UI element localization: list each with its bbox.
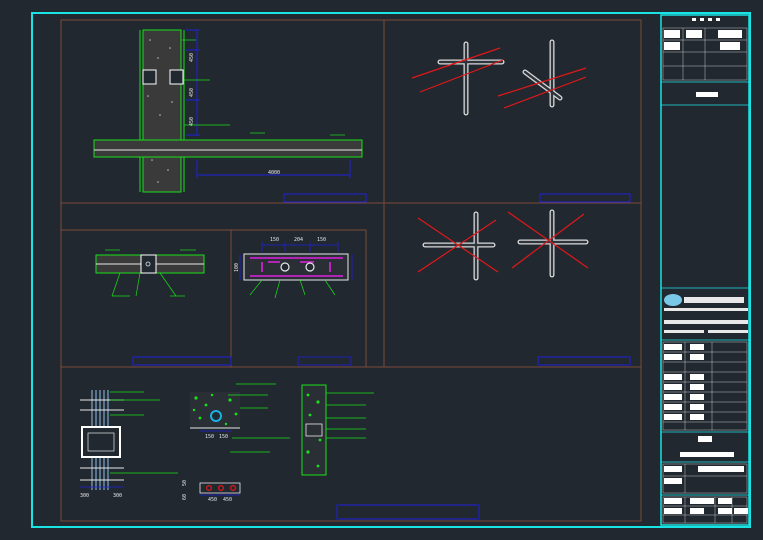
detail-pipe-cross-bottom bbox=[417, 209, 631, 366]
detail-slab-sleeve bbox=[95, 249, 232, 366]
detail-rebar-row: 450 450 50 60 bbox=[182, 480, 241, 503]
dim-wall-1: 450 bbox=[189, 53, 195, 62]
detail-embedded-pipe: 150 150 bbox=[190, 383, 290, 453]
detail-vertical-wall bbox=[301, 384, 480, 520]
dim-slab-span: 4000 bbox=[268, 170, 280, 176]
dim-100: 100 bbox=[234, 263, 240, 272]
slab-section bbox=[93, 139, 363, 158]
dim-150c: 150 bbox=[205, 434, 214, 440]
dim-150d: 150 bbox=[219, 434, 228, 440]
dim-60: 60 bbox=[182, 494, 188, 500]
pipe-sleeve-right bbox=[169, 69, 184, 85]
caption-box-5 bbox=[297, 356, 352, 366]
title-block bbox=[660, 14, 750, 526]
dim-50: 50 bbox=[182, 480, 188, 486]
pipe-sleeve-left bbox=[142, 69, 157, 85]
detail-pipe-cross-top bbox=[411, 39, 631, 203]
detail-column-sleeve: 300 300 bbox=[80, 390, 178, 499]
caption-box-3 bbox=[537, 356, 631, 366]
caption-box-2 bbox=[539, 193, 631, 203]
pipe-circle-right bbox=[305, 262, 315, 272]
cad-drawing-sheet: 450 450 450 4000 150 204 150 100 300 300… bbox=[31, 12, 751, 528]
dim-300b: 300 bbox=[113, 493, 122, 499]
detail-wall-slab-junction: 450 450 450 4000 bbox=[93, 29, 367, 203]
caption-box-4 bbox=[132, 356, 232, 366]
dim-450b: 450 bbox=[223, 497, 232, 503]
wall-section bbox=[142, 29, 182, 193]
dim-wall-3: 450 bbox=[189, 117, 195, 126]
dim-300a: 300 bbox=[80, 493, 89, 499]
pipe-circle-left bbox=[280, 262, 290, 272]
dim-150b: 150 bbox=[317, 237, 326, 243]
dim-wall-2: 450 bbox=[189, 88, 195, 97]
company-logo bbox=[664, 294, 748, 333]
dim-204: 204 bbox=[294, 237, 303, 243]
dim-450a: 450 bbox=[208, 497, 217, 503]
caption-box-1 bbox=[283, 193, 367, 203]
dim-150a: 150 bbox=[270, 237, 279, 243]
caption-box-6 bbox=[336, 504, 480, 520]
detail-rebar-section: 150 204 150 100 bbox=[234, 237, 353, 366]
